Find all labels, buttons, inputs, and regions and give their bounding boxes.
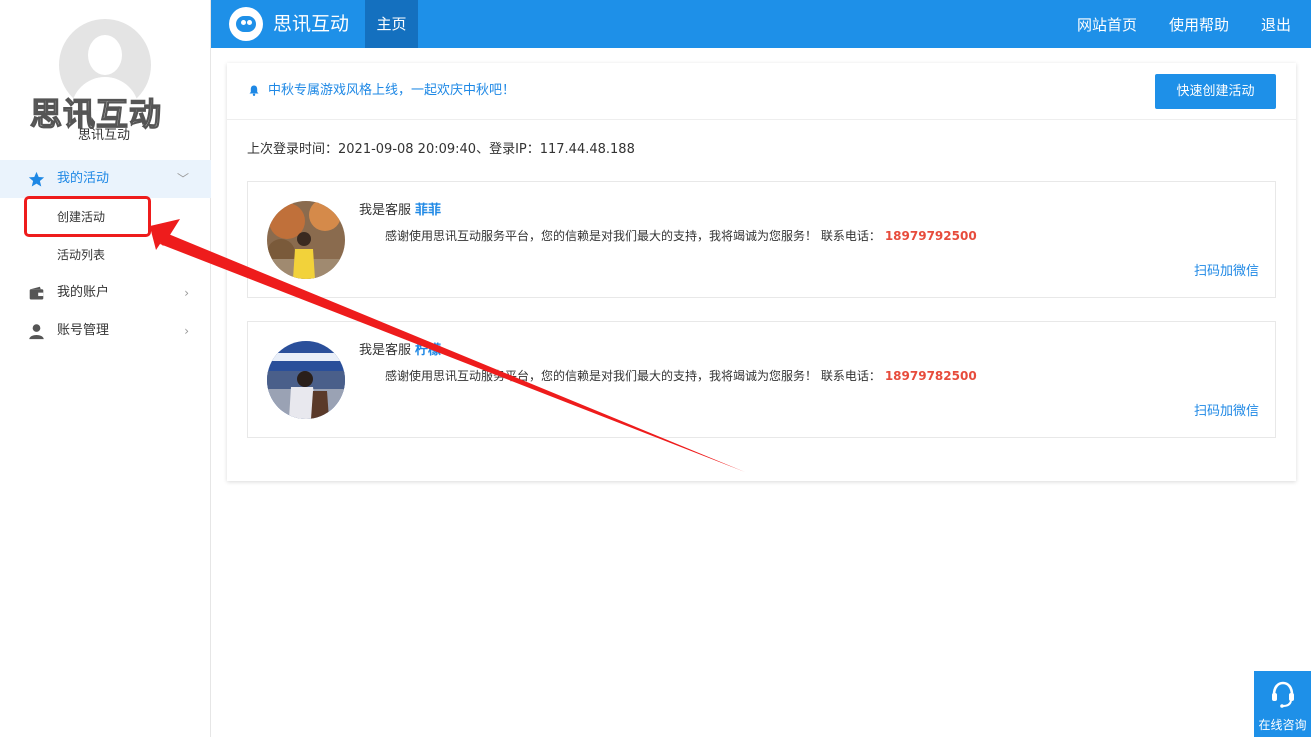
service-intro-label: 我是客服 [359,203,412,218]
sidebar-item-my-account[interactable]: 我的账户 › [0,274,211,312]
sidebar-item-label: 账号管理 [57,323,110,338]
side-menu: 我的活动 ﹀ 创建活动 活动列表 我的账户 › 账号管理 › [0,160,211,350]
account-name: 思讯互动 [78,128,131,143]
service-name: 菲菲 [415,203,442,218]
service-message-text: 感谢使用思讯互动服务平台，您的信赖是对我们最大的支持，我将竭诚为您服务！ 联系电… [385,229,881,243]
notice-text[interactable]: 中秋专属游戏风格上线，一起欢庆中秋吧！ [268,82,515,100]
help-link[interactable]: 使用帮助 [1169,0,1229,50]
service-phone: 18979782500 [884,369,977,383]
quick-create-button[interactable]: 快速创建活动 [1155,74,1276,109]
service-avatar [267,201,345,279]
sidebar: 思讯互动 思讯互动 我的活动 ﹀ 创建活动 活动列表 我的账户 › 账号管理 › [0,0,211,737]
service-message: 感谢使用思讯互动服务平台，您的信赖是对我们最大的支持，我将竭诚为您服务！ 联系电… [385,368,977,384]
service-intro: 我是客服 柠檬 [359,342,441,360]
service-card: 我是客服 菲菲 感谢使用思讯互动服务平台，您的信赖是对我们最大的支持，我将竭诚为您… [247,181,1276,298]
sidebar-item-label: 我的活动 [57,171,110,186]
scan-wechat-link[interactable]: 扫码加微信 [1194,263,1259,281]
chevron-right-icon: › [184,324,189,338]
notice-bar: 中秋专属游戏风格上线，一起欢庆中秋吧！ 快速创建活动 [227,63,1296,120]
online-consult-button[interactable]: 在线咨询 [1254,671,1311,737]
user-icon [29,324,44,340]
service-name: 柠檬 [415,343,442,358]
service-message-text: 感谢使用思讯互动服务平台，您的信赖是对我们最大的支持，我将竭诚为您服务！ 联系电… [385,369,881,383]
sidebar-item-account-management[interactable]: 账号管理 › [0,312,211,350]
sidebar-subitem-activity-list[interactable]: 活动列表 [0,236,211,274]
sidebar-item-my-activities[interactable]: 我的活动 ﹀ [0,160,211,198]
top-navbar: 思讯互动 主页 网站首页 使用帮助 退出 [211,0,1311,48]
chevron-down-icon: ﹀ [176,172,189,186]
bell-icon [249,85,259,96]
service-message: 感谢使用思讯互动服务平台，您的信赖是对我们最大的支持，我将竭诚为您服务！ 联系电… [385,228,977,244]
logo-icon [229,7,263,41]
last-login-info: 上次登录时间：2021-09-08 20:09:40、登录IP：117.44.4… [247,142,635,157]
tab-home[interactable]: 主页 [365,0,418,48]
app-title: 思讯互动 [273,13,350,35]
wallet-icon [29,286,44,300]
brand-watermark: 思讯互动 [29,95,163,133]
scan-wechat-link[interactable]: 扫码加微信 [1194,403,1259,421]
service-card: 我是客服 柠檬 感谢使用思讯互动服务平台，您的信赖是对我们最大的支持，我将竭诚为您… [247,321,1276,438]
sidebar-item-label: 我的账户 [57,285,110,300]
logout-link[interactable]: 退出 [1261,0,1291,50]
consult-label: 在线咨询 [1258,718,1307,732]
service-avatar [267,341,345,419]
service-intro-label: 我是客服 [359,343,412,358]
service-phone: 18979792500 [884,229,977,243]
service-intro: 我是客服 菲菲 [359,202,441,220]
site-home-link[interactable]: 网站首页 [1077,0,1137,50]
dashboard-card: 中秋专属游戏风格上线，一起欢庆中秋吧！ 快速创建活动 上次登录时间：2021-0… [227,63,1296,481]
highlight-box [24,196,151,237]
star-icon [28,171,45,187]
headset-icon [1272,681,1294,708]
profile-block: 思讯互动 思讯互动 [0,0,211,155]
chevron-right-icon: › [184,286,189,300]
